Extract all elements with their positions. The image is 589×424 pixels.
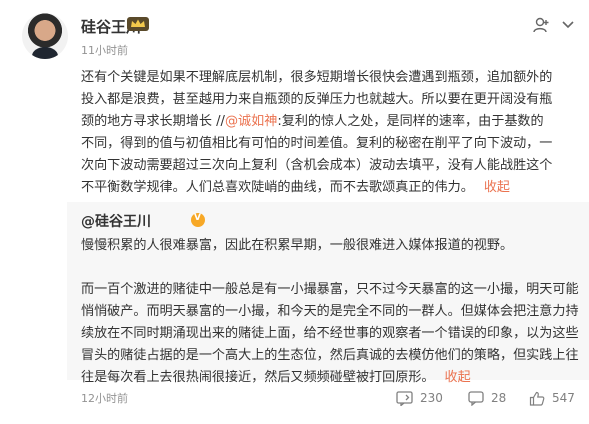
- repost-button[interactable]: 230: [396, 388, 443, 408]
- repost-line: 而一百个激进的赌徒中一般总是有一小撮暴富，只不过今天暴富的这一小撮，明天可能: [81, 282, 579, 297]
- post-line: 还有个关键是如果不理解底层机制，很多短期增长很快会遭遇到瓶颈，追加额外的: [81, 70, 553, 85]
- repost-line: 冒头的赌徒占据的是一个高大上的生态位，然后真诚的去模仿他们的策略，但实践上往: [81, 348, 579, 363]
- post-line: 不同，得到的值与初值相比有可怕的时间差值。复利的秘密在削平了向下波动，一: [81, 136, 553, 151]
- mention-rest: :复利的惊人之处，是: [277, 114, 400, 129]
- post-line: 次向下波动需要超过三次向上复利（含机会成本）波动去填平，没有人能战胜这个: [81, 158, 553, 173]
- repost-time: 12小时前: [81, 392, 128, 405]
- mention-link[interactable]: @诚如神: [225, 114, 277, 129]
- more-icon[interactable]: [561, 20, 575, 30]
- vip-crown-icon: [127, 17, 149, 31]
- repost-line: 续放在不同时期涌现出来的赌徒上面，给不经世事的观察者一个错误的印象，以为这些: [81, 326, 579, 341]
- repost-author-link[interactable]: @硅谷王川: [81, 211, 151, 231]
- post-time: 11小时前: [81, 44, 128, 57]
- collapse-link[interactable]: 收起: [484, 180, 510, 195]
- repost-collapse-link[interactable]: 收起: [445, 370, 471, 385]
- like-icon: [529, 391, 545, 406]
- repost-count: 230: [420, 391, 443, 405]
- post-text: 还有个关键是如果不理解底层机制，很多短期增长很快会遭遇到瓶颈，追加额外的 投入都…: [81, 67, 579, 199]
- avatar[interactable]: [22, 13, 68, 59]
- comment-button[interactable]: 28: [468, 388, 506, 408]
- repost-line-text: 往是每次看上去很热闹很接近，然后又频频碰壁被打回原形。: [81, 370, 435, 385]
- like-button[interactable]: 547: [529, 388, 575, 408]
- post-line: 不平衡数学规律。人们总喜欢陡峭的曲线，而不去歌颂真正的伟力。 收起: [81, 177, 579, 199]
- verified-badge-icon: [191, 213, 205, 227]
- follow-icon[interactable]: [532, 16, 550, 34]
- post-header: 硅谷王川 11小时前: [0, 0, 589, 62]
- repost-line: 悄悄破产。而明天暴富的一小撮，和今天的是完全不同的一群人。但媒体会把注意力持: [81, 304, 579, 319]
- repost-line: 往是每次看上去很热闹很接近，然后又频频碰壁被打回原形。 收起: [81, 367, 581, 389]
- repost-line: 慢慢积累的人很难暴富，因此在积累早期，一般很难进入媒体报道的视野。: [81, 238, 514, 253]
- comment-icon: [468, 390, 484, 406]
- post-line-text: 颈的地方寻求长期增长 //: [81, 114, 225, 129]
- repost-text: 慢慢积累的人很难暴富，因此在积累早期，一般很难进入媒体报道的视野。 而一百个激进…: [81, 235, 581, 389]
- repost-icon: [396, 390, 413, 406]
- post-line: 颈的地方寻求长期增长 //@诚如神:复利的惊人之处，是同样的速率，由于基数的: [81, 111, 579, 133]
- repost-card[interactable]: @硅谷王川 慢慢积累的人很难暴富，因此在积累早期，一般很难进入媒体报道的视野。 …: [67, 202, 589, 385]
- post-line-text: 同样的速率，由于基数的: [399, 114, 544, 129]
- post-line: 投入都是浪费，甚至越用力来自瓶颈的反弹压力也就越大。所以要在更开阔没有瓶: [81, 92, 553, 107]
- like-count: 547: [552, 391, 575, 405]
- post-line-text: 不平衡数学规律。人们总喜欢陡峭的曲线，而不去歌颂真正的伟力。: [81, 180, 474, 195]
- comment-count: 28: [491, 391, 507, 405]
